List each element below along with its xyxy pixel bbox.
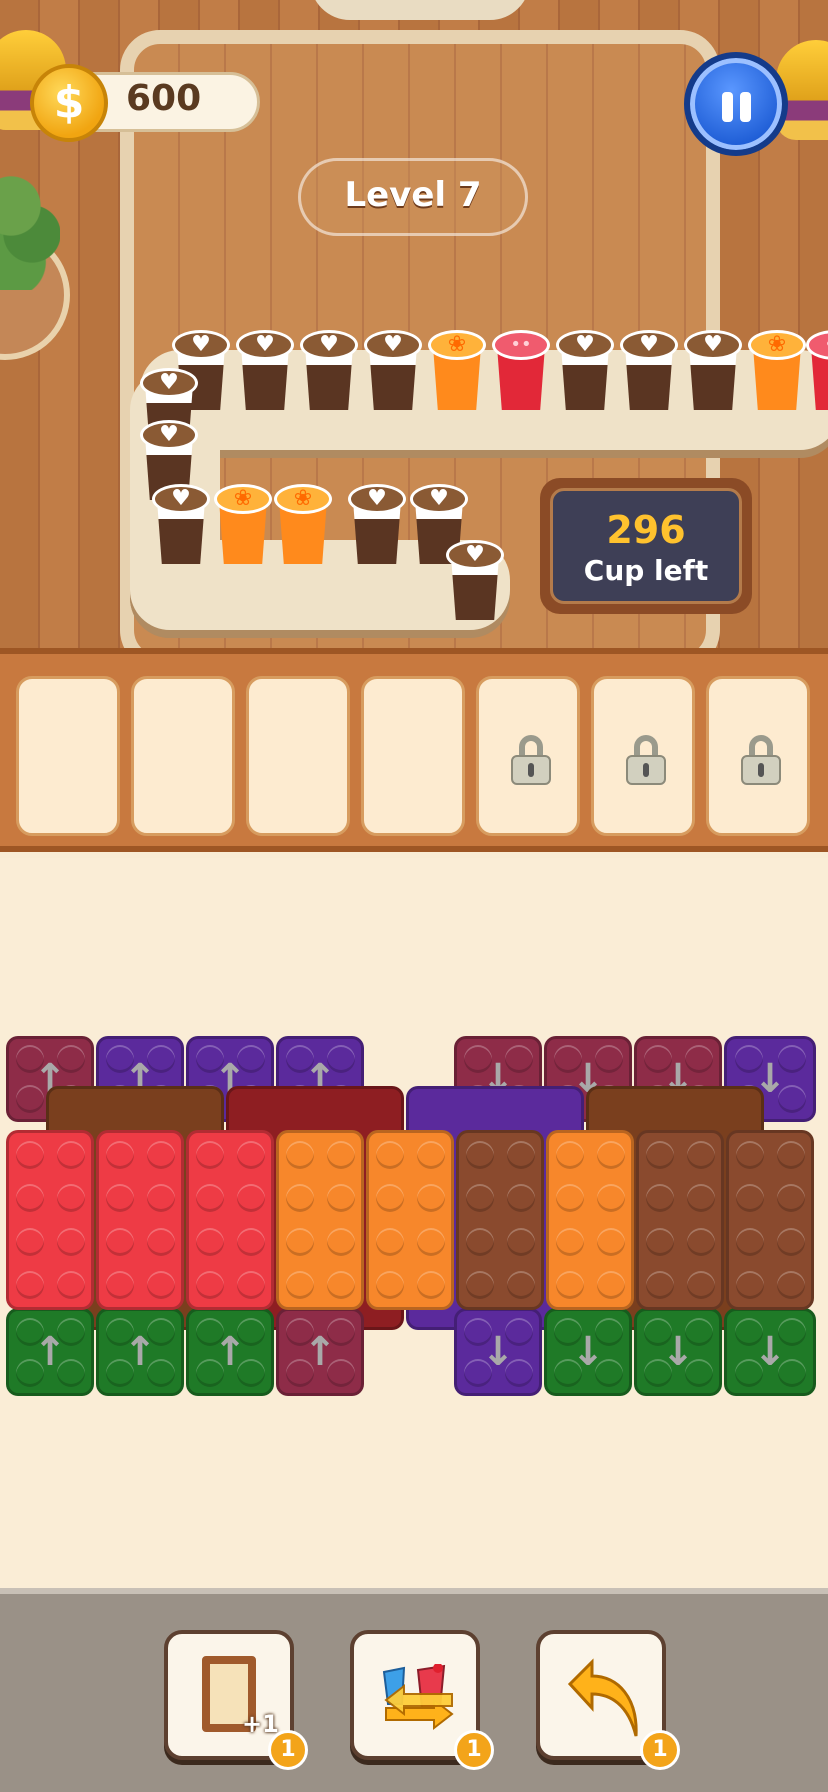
arrow-down-icon: ↓ <box>661 1329 695 1375</box>
booster-count-badge: 1 <box>268 1730 308 1770</box>
pause-icon-bar <box>722 92 733 122</box>
green-brick[interactable]: ↑ <box>6 1308 94 1396</box>
level-label: Level 7 <box>344 175 482 215</box>
shuffle-icon <box>382 1664 454 1731</box>
orange-brick[interactable] <box>366 1130 454 1310</box>
red-brick[interactable] <box>186 1130 274 1310</box>
orange-cup: ❀ <box>214 484 272 566</box>
coffee-cup: ♥ <box>446 540 504 622</box>
green-brick[interactable]: ↑ <box>96 1308 184 1396</box>
locked-slot[interactable] <box>591 676 695 836</box>
empty-slot <box>131 676 235 836</box>
red-brick[interactable] <box>96 1130 184 1310</box>
green-brick[interactable]: ↓ <box>544 1308 632 1396</box>
arrow-down-icon: ↓ <box>753 1329 787 1375</box>
green-brick[interactable]: ↓ <box>724 1308 816 1396</box>
berry-cup: •• <box>806 330 828 412</box>
coffee-cup: ♥ <box>236 330 294 412</box>
red-brick[interactable] <box>6 1130 94 1310</box>
coffee-cup: ♥ <box>620 330 678 412</box>
empty-slot <box>16 676 120 836</box>
booster-count-badge: 1 <box>640 1730 680 1770</box>
curved-arrow-icon <box>567 1658 638 1737</box>
arrow-down-icon: ↓ <box>571 1329 605 1375</box>
coin-icon: $ <box>30 64 108 142</box>
coffee-cup: ♥ <box>556 330 614 412</box>
berry-cup: •• <box>492 330 550 412</box>
locked-slot[interactable] <box>476 676 580 836</box>
cups-left-label: Cup left <box>583 554 709 587</box>
shuffle-booster-button[interactable]: 1 <box>350 1630 494 1770</box>
coin-value: 600 <box>126 78 202 119</box>
orange-brick[interactable] <box>276 1130 364 1310</box>
coffee-cup: ♥ <box>364 330 422 412</box>
counter-decoration <box>310 0 530 20</box>
arrow-up-icon: ↑ <box>303 1329 337 1375</box>
orange-cup: ❀ <box>428 330 486 412</box>
brown-brick[interactable] <box>726 1130 814 1310</box>
locked-slot[interactable] <box>706 676 810 836</box>
maroon-brick[interactable]: ↑ <box>276 1308 364 1396</box>
booster-toolbar: +1 1 1 1 <box>0 1588 828 1792</box>
orange-cup: ❀ <box>274 484 332 566</box>
coffee-cup: ♥ <box>152 484 210 566</box>
undo-booster-button[interactable]: 1 <box>536 1630 680 1770</box>
arrow-up-icon: ↑ <box>123 1329 157 1375</box>
purple-brick[interactable]: ↓ <box>454 1308 542 1396</box>
brown-brick[interactable] <box>636 1130 724 1310</box>
lock-icon <box>511 735 551 785</box>
coffee-cup: ♥ <box>684 330 742 412</box>
pause-icon-bar <box>740 92 751 122</box>
plant-decoration <box>0 150 60 290</box>
empty-slot <box>246 676 350 836</box>
brown-brick[interactable] <box>456 1130 544 1310</box>
orange-cup: ❀ <box>748 330 806 412</box>
empty-slot <box>361 676 465 836</box>
coffee-cup: ♥ <box>300 330 358 412</box>
add-slot-booster-button[interactable]: +1 1 <box>164 1630 308 1770</box>
slot-tray <box>0 648 828 852</box>
green-brick[interactable]: ↑ <box>186 1308 274 1396</box>
cups-left-count: 296 <box>606 508 686 552</box>
plus-one-label: +1 <box>242 1710 279 1738</box>
coffee-cup: ♥ <box>348 484 406 566</box>
brick-board: ↑ ↑ ↑ ↑ ↓ ↓ ↓ ↓ ↑ ↑ ↑ ↑ ↓ ↓ ↓ ↓ <box>0 858 828 1588</box>
arrow-down-icon: ↓ <box>481 1329 515 1375</box>
arrow-up-icon: ↑ <box>213 1329 247 1375</box>
pause-button[interactable] <box>684 52 788 156</box>
lock-icon <box>626 735 666 785</box>
green-brick[interactable]: ↓ <box>634 1308 722 1396</box>
booster-count-badge: 1 <box>454 1730 494 1770</box>
lock-icon <box>741 735 781 785</box>
orange-brick[interactable] <box>546 1130 634 1310</box>
arrow-up-icon: ↑ <box>33 1329 67 1375</box>
